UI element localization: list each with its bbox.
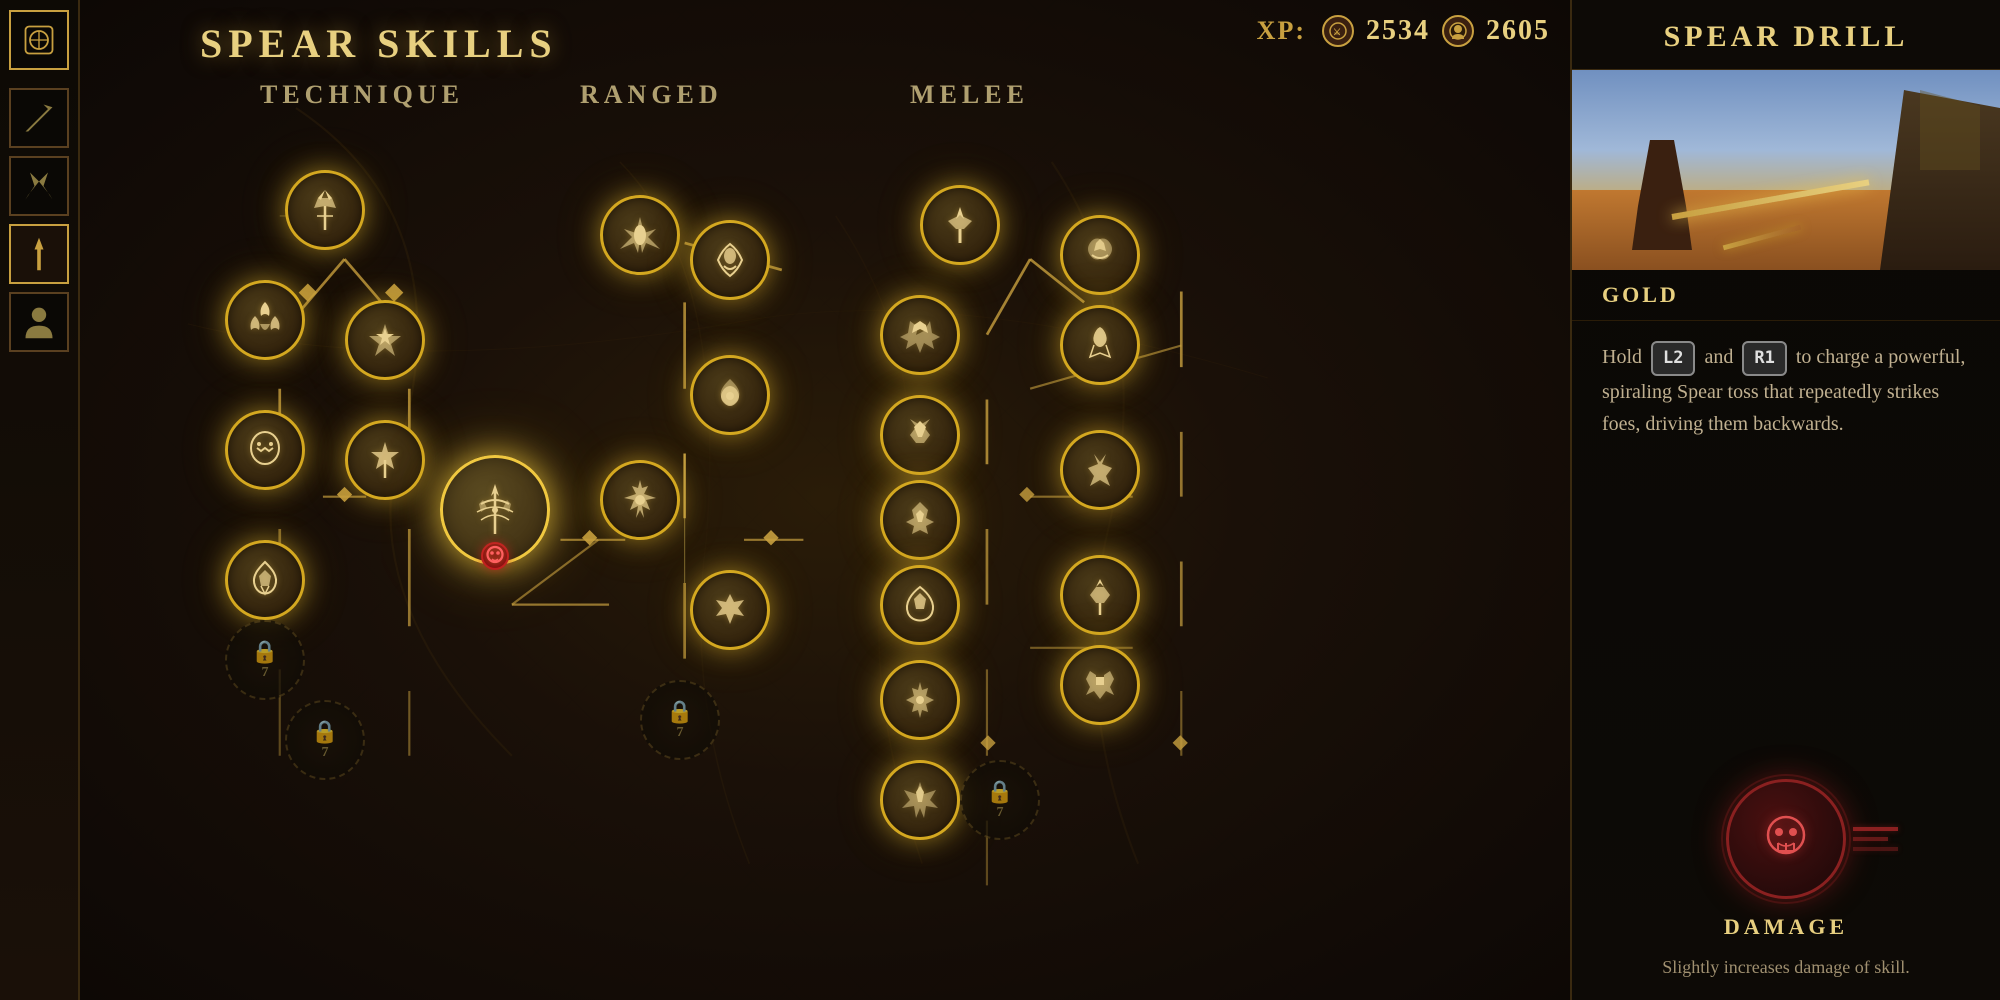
category-melee: MELEE: [910, 80, 1029, 110]
skill-node-technique-2[interactable]: [225, 280, 305, 360]
lock-level: 7: [262, 665, 269, 681]
skull-icon: [1756, 809, 1816, 869]
lock-icon: 🔒: [251, 639, 278, 665]
l2-button-badge: L2: [1651, 341, 1695, 376]
lock-level-2: 7: [322, 745, 329, 761]
skill-node-melee-2[interactable]: [1060, 215, 1140, 295]
sidebar-item-emblem[interactable]: [9, 10, 69, 70]
skill-node-melee-10[interactable]: [880, 660, 960, 740]
skill-node-melee-8[interactable]: [1060, 555, 1140, 635]
lock-node-melee-bottom[interactable]: 🔒 7: [960, 760, 1040, 840]
skill-node-melee-3[interactable]: [880, 295, 960, 375]
skill-node-technique-6[interactable]: [225, 540, 305, 620]
skill-connectors: [80, 0, 1570, 1000]
sidebar: [0, 0, 80, 1000]
skill-node-melee-11[interactable]: [1060, 645, 1140, 725]
sidebar-item-blades[interactable]: [9, 156, 69, 216]
skill-node-ranged-2[interactable]: [690, 220, 770, 300]
lock-node-ranged-bottom[interactable]: 🔒 7: [640, 680, 720, 760]
skill-node-ranged-4[interactable]: [690, 570, 770, 650]
skill-node-melee-1[interactable]: [920, 185, 1000, 265]
skill-node-spear-drill[interactable]: [440, 455, 550, 565]
skill-node-ranged-1[interactable]: [600, 195, 680, 275]
page-title: SPEAR SKILLS: [200, 20, 558, 67]
and-text: and: [1704, 346, 1733, 368]
detail-image: [1572, 70, 2000, 270]
skill-node-melee-7[interactable]: [880, 480, 960, 560]
category-technique: TECHNIQUE: [260, 80, 464, 110]
detail-panel: SPEAR DRILL GOLD Hold L2 and R1 to charg…: [1570, 0, 2000, 1000]
skill-node-technique-1[interactable]: [285, 170, 365, 250]
skill-node-ranged-3[interactable]: [690, 355, 770, 435]
detail-quality: GOLD: [1572, 270, 2000, 321]
detail-title: SPEAR DRILL: [1602, 20, 1970, 54]
lock-icon-2: 🔒: [311, 719, 338, 745]
skill-node-melee-5[interactable]: [880, 395, 960, 475]
skill-node-melee-6[interactable]: [1060, 430, 1140, 510]
skill-node-technique-3[interactable]: [345, 300, 425, 380]
skill-node-technique-4[interactable]: [225, 410, 305, 490]
category-ranged: RANGED: [580, 80, 723, 110]
detail-description: Hold L2 and R1 to charge a powerful, spi…: [1572, 321, 2000, 764]
lock-icon-4: 🔒: [986, 779, 1013, 805]
xp-icon-2: [1442, 15, 1474, 47]
lock-node-technique-mid[interactable]: 🔒 7: [225, 620, 305, 700]
damage-circle: [1726, 779, 1846, 899]
xp-value-2: 2605: [1486, 15, 1550, 47]
lock-level-3: 7: [677, 725, 684, 741]
damage-description: Slightly increases damage of skill.: [1662, 955, 1909, 980]
skill-node-melee-12[interactable]: [880, 760, 960, 840]
r1-button-badge: R1: [1742, 341, 1786, 376]
xp-display: XP: ⚔ 2534 2605: [1257, 15, 1550, 47]
skill-node-melee-4[interactable]: [1060, 305, 1140, 385]
lock-level-4: 7: [997, 805, 1004, 821]
xp-icon-1: ⚔: [1322, 15, 1354, 47]
lock-icon-3: 🔒: [666, 699, 693, 725]
sidebar-item-character[interactable]: [9, 292, 69, 352]
skill-node-ranged-center[interactable]: [600, 460, 680, 540]
skill-node-technique-5[interactable]: [345, 420, 425, 500]
detail-damage-section: DAMAGE Slightly increases damage of skil…: [1572, 764, 2000, 1000]
xp-value-1: 2534: [1366, 15, 1430, 47]
sidebar-item-spear[interactable]: [9, 224, 69, 284]
detail-header: SPEAR DRILL: [1572, 0, 2000, 70]
death-marker: [481, 542, 509, 570]
skill-tree-area: SPEAR SKILLS XP: ⚔ 2534 2605 TECHNIQUE R…: [80, 0, 1570, 1000]
lock-node-technique-bottom[interactable]: 🔒 7: [285, 700, 365, 780]
svg-text:⚔: ⚔: [1333, 27, 1343, 37]
damage-label: DAMAGE: [1724, 914, 1848, 940]
sidebar-item-axe[interactable]: [9, 88, 69, 148]
skill-node-melee-9[interactable]: [880, 565, 960, 645]
xp-label: XP:: [1257, 16, 1306, 46]
